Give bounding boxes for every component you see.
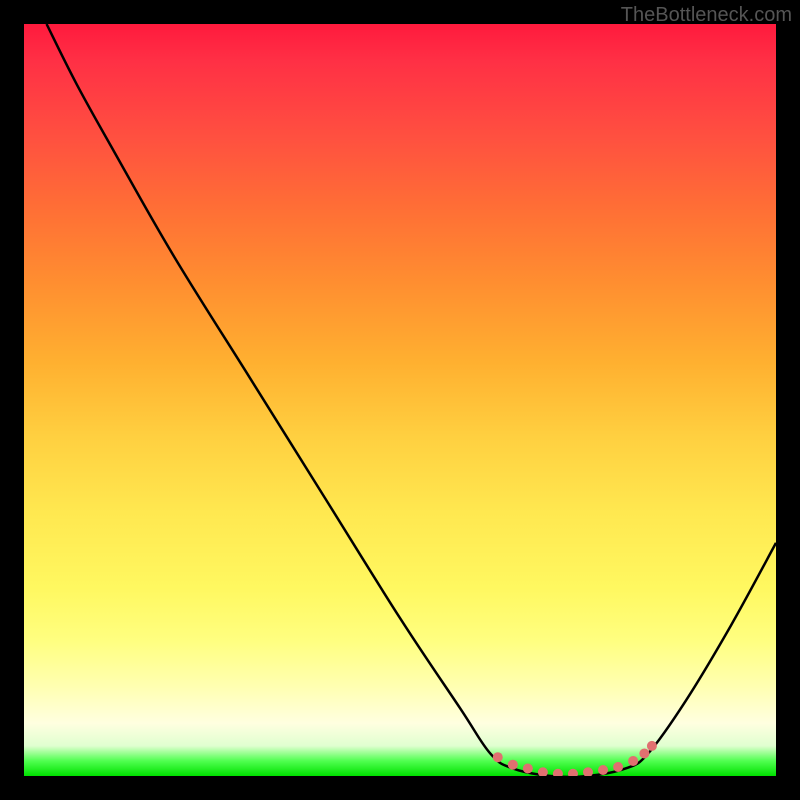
bottleneck-curve bbox=[47, 24, 776, 776]
curve-marker bbox=[598, 765, 608, 775]
curve-marker bbox=[538, 767, 548, 776]
curve-marker bbox=[647, 741, 657, 751]
curve-marker bbox=[553, 769, 563, 776]
curve-marker bbox=[493, 752, 503, 762]
curve-marker bbox=[613, 762, 623, 772]
chart-svg bbox=[24, 24, 776, 776]
curve-marker bbox=[568, 769, 578, 776]
curve-marker bbox=[639, 748, 649, 758]
chart-plot-area bbox=[24, 24, 776, 776]
curve-marker bbox=[523, 763, 533, 773]
curve-marker bbox=[628, 756, 638, 766]
curve-marker bbox=[583, 767, 593, 776]
watermark-text: TheBottleneck.com bbox=[621, 4, 792, 27]
curve-marker bbox=[508, 760, 518, 770]
